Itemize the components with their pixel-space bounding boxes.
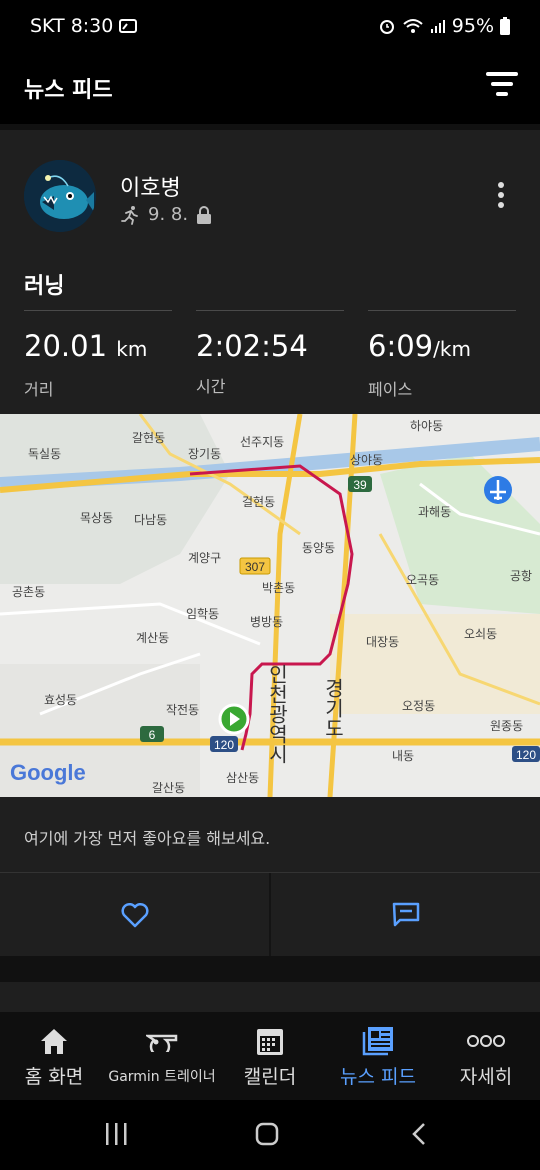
lock-icon xyxy=(197,205,212,224)
stat-label: 시간 xyxy=(196,377,226,396)
map-label: 하야동 xyxy=(410,419,443,433)
activity-date: 9. 8. xyxy=(148,204,189,225)
map-label: 계양구 xyxy=(188,551,221,565)
comment-icon xyxy=(392,902,419,926)
stat-pace: 6:09/km 페이스 xyxy=(368,310,516,400)
road-number: 39 xyxy=(353,478,367,492)
like-prompt: 여기에 가장 먼저 좋아요를 해보세요. xyxy=(24,829,271,848)
nav-garmin-trainer[interactable]: Garmin 트레이너 xyxy=(108,1012,216,1100)
heart-icon xyxy=(120,902,149,927)
nav-label: 자세히 xyxy=(459,1066,513,1088)
whistle-icon xyxy=(146,1034,178,1052)
nav-label: Garmin 트레이너 xyxy=(108,1069,216,1085)
stat-unit: /km xyxy=(433,337,471,361)
stat-label: 거리 xyxy=(24,380,54,399)
map-label: 계산동 xyxy=(136,631,169,645)
news-feed-icon xyxy=(362,1027,393,1056)
map-label: 내동 xyxy=(392,749,414,763)
stat-value: 2:02:54 xyxy=(196,329,308,363)
like-button[interactable] xyxy=(0,873,269,956)
calendar-icon xyxy=(257,1029,283,1055)
map-label: 선주지동 xyxy=(240,435,284,449)
bottom-nav: 홈 화면 Garmin 트레이너 캘린더 뉴스 피드 자세히 xyxy=(0,1012,540,1100)
stat-label: 페이스 xyxy=(368,380,413,399)
feed-gap xyxy=(0,956,540,982)
road-number: 6 xyxy=(149,728,156,742)
wifi-icon xyxy=(403,19,423,33)
recent-apps-icon[interactable] xyxy=(104,1122,130,1146)
road-number: 307 xyxy=(245,560,265,574)
route-map[interactable]: 39 307 6 120 120 갈현동 하야동 독실동 장기동 선주지동 상야… xyxy=(0,414,540,797)
map-label: 걸현동 xyxy=(242,495,275,509)
map-label: 원종동 xyxy=(490,719,523,733)
alarm-icon xyxy=(379,20,394,34)
avatar[interactable] xyxy=(24,160,96,232)
user-name[interactable]: 이호병 xyxy=(120,170,181,202)
stat-distance: 20.01 km 거리 xyxy=(24,310,172,400)
map-region-label: 경기도 xyxy=(321,678,343,738)
filter-icon[interactable] xyxy=(486,70,518,98)
map-label: 동양동 xyxy=(302,541,335,555)
map-label: 공항 xyxy=(510,569,532,583)
status-bar: SKT 8:30 95% xyxy=(0,0,540,52)
map-label: 목상동 xyxy=(80,511,113,525)
stat-value: 20.01 xyxy=(24,329,108,363)
map-label: 병방동 xyxy=(250,615,283,629)
carrier-time: SKT 8:30 xyxy=(30,15,114,37)
map-region-label: 인천광역시 xyxy=(265,664,287,764)
map-label: 효성동 xyxy=(44,693,77,707)
map-label: 과해동 xyxy=(418,505,451,519)
map-label: 갈산동 xyxy=(152,781,185,795)
nav-calendar[interactable]: 캘린더 xyxy=(216,1012,324,1100)
map-label: 공촌동 xyxy=(12,585,45,599)
map-label: 박촌동 xyxy=(262,581,295,595)
stat-value: 6:09 xyxy=(368,329,434,363)
comment-button[interactable] xyxy=(271,873,540,956)
back-icon[interactable] xyxy=(410,1122,428,1146)
nav-label: 홈 화면 xyxy=(24,1066,84,1088)
page-title: 뉴스 피드 xyxy=(24,78,113,103)
map-label: 임학동 xyxy=(186,607,219,621)
map-label: 다남동 xyxy=(134,513,167,527)
activity-meta: 9. 8. xyxy=(120,204,212,225)
map-label: 오정동 xyxy=(402,699,435,713)
battery-icon xyxy=(500,17,510,35)
google-logo: Google xyxy=(10,760,86,785)
more-options-icon[interactable] xyxy=(498,182,506,210)
activity-card[interactable]: 이호병 9. 8. 러닝 20.01 km 거리 2:02:54 시간 6:09… xyxy=(0,130,540,956)
system-nav-bar xyxy=(0,1100,540,1170)
app-header: 뉴스 피드 xyxy=(0,52,540,124)
road-number: 120 xyxy=(516,748,536,762)
home-icon xyxy=(41,1029,67,1054)
nav-news-feed[interactable]: 뉴스 피드 xyxy=(324,1012,432,1100)
map-label: 독실동 xyxy=(28,447,61,461)
nav-more[interactable]: 자세히 xyxy=(432,1012,540,1100)
stat-unit: km xyxy=(116,337,148,361)
map-label: 대장동 xyxy=(366,635,399,649)
map-label: 장기동 xyxy=(188,447,221,461)
notification-icon xyxy=(119,19,138,33)
stats-row: 20.01 km 거리 2:02:54 시간 6:09/km 페이스 xyxy=(24,310,516,400)
home-button-icon[interactable] xyxy=(255,1122,279,1146)
signal-icon xyxy=(430,20,445,33)
map-label: 삼산동 xyxy=(226,771,259,785)
activity-type: 러닝 xyxy=(24,274,65,299)
road-number: 120 xyxy=(214,738,234,752)
map-label: 오쇠동 xyxy=(464,627,497,641)
nav-label: 캘린더 xyxy=(243,1066,297,1088)
map-label: 오곡동 xyxy=(406,573,439,587)
map-label: 갈현동 xyxy=(132,431,165,445)
map-label: 작전동 xyxy=(166,703,199,717)
battery-percent: 95% xyxy=(451,15,494,37)
map-label: 상야동 xyxy=(350,453,383,467)
more-circles-icon xyxy=(467,1035,505,1047)
stat-time: 2:02:54 시간 xyxy=(196,310,344,400)
running-icon xyxy=(121,205,138,225)
nav-home[interactable]: 홈 화면 xyxy=(0,1012,108,1100)
nav-label: 뉴스 피드 xyxy=(340,1066,416,1088)
